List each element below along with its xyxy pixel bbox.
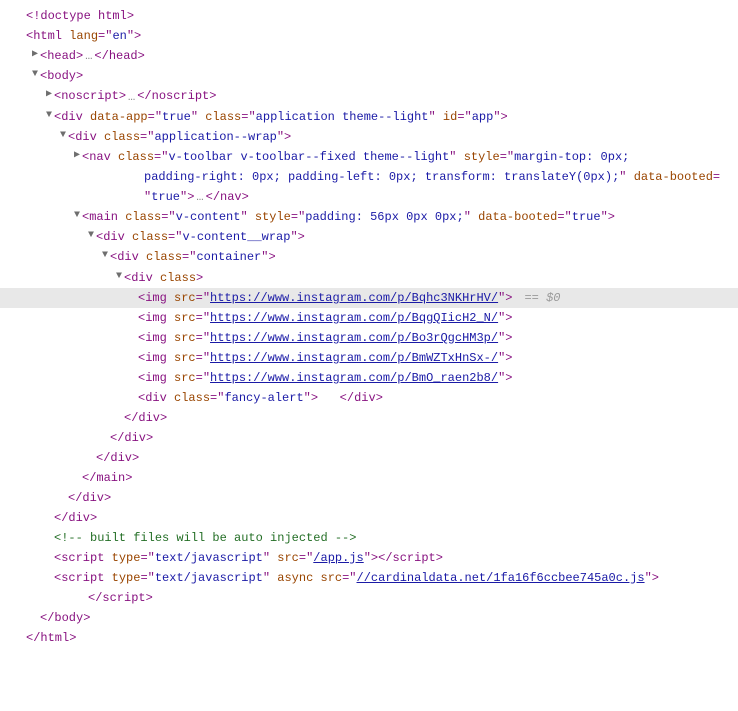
- content-wrap-line[interactable]: ▼<div class="v-content__wrap">: [0, 227, 738, 247]
- expand-icon[interactable]: ▶: [30, 45, 40, 65]
- close-div[interactable]: </div>: [0, 508, 738, 528]
- collapse-icon[interactable]: ▼: [114, 267, 124, 287]
- img-src-link[interactable]: https://www.instagram.com/p/BmO_raen2b8/: [210, 371, 498, 385]
- img-src-link[interactable]: https://www.instagram.com/p/Bqhc3NKHrHV/: [210, 291, 498, 305]
- close-div[interactable]: </div>: [0, 428, 738, 448]
- doctype-line[interactable]: <!doctype html>: [0, 6, 738, 26]
- script-src-link[interactable]: //cardinaldata.net/1fa16f6ccbee745a0c.js: [357, 571, 645, 585]
- app-div-line[interactable]: ▼<div data-app="true" class="application…: [0, 107, 738, 127]
- app-wrap-line[interactable]: ▼<div class="application--wrap">: [0, 127, 738, 147]
- dom-tree: <!doctype html> <html lang="en"> ▶<head>…: [0, 6, 738, 648]
- collapse-icon[interactable]: ▼: [86, 226, 96, 246]
- html-open[interactable]: <html lang="en">: [0, 26, 738, 46]
- body-open[interactable]: ▼<body>: [0, 66, 738, 86]
- expand-icon[interactable]: ▶: [44, 85, 54, 105]
- img-src-link[interactable]: https://www.instagram.com/p/BmWZTxHnSx-/: [210, 351, 498, 365]
- comment-line[interactable]: <!-- built files will be auto injected -…: [0, 528, 738, 548]
- comment-text: <!-- built files will be auto injected -…: [54, 531, 356, 545]
- script-cardinal-line[interactable]: <script type="text/javascript" async src…: [0, 568, 738, 608]
- script-app-line[interactable]: <script type="text/javascript" src="/app…: [0, 548, 738, 568]
- selection-marker: == $0: [512, 291, 560, 305]
- img-src-link[interactable]: https://www.instagram.com/p/BqgQIicH2_N/: [210, 311, 498, 325]
- main-line[interactable]: ▼<main class="v-content" style="padding:…: [0, 207, 738, 227]
- collapse-icon[interactable]: ▼: [30, 65, 40, 85]
- doctype-text: <!doctype html>: [26, 9, 134, 23]
- collapse-icon[interactable]: ▼: [58, 126, 68, 146]
- container-line[interactable]: ▼<div class="container">: [0, 247, 738, 267]
- script-src-link[interactable]: /app.js: [313, 551, 363, 565]
- close-main[interactable]: </main>: [0, 468, 738, 488]
- close-div[interactable]: </div>: [0, 448, 738, 468]
- img-line[interactable]: <img src="https://www.instagram.com/p/Bm…: [0, 368, 738, 388]
- noscript-line[interactable]: ▶<noscript>…</noscript>: [0, 86, 738, 106]
- close-html[interactable]: </html>: [0, 628, 738, 648]
- img-line-selected[interactable]: <img src="https://www.instagram.com/p/Bq…: [0, 288, 738, 308]
- close-div[interactable]: </div>: [0, 488, 738, 508]
- collapse-icon[interactable]: ▼: [44, 106, 54, 126]
- expand-icon[interactable]: ▶: [72, 146, 82, 166]
- img-line[interactable]: <img src="https://www.instagram.com/p/Bq…: [0, 308, 738, 328]
- empty-class-div-line[interactable]: ▼<div class>: [0, 268, 738, 288]
- collapse-icon[interactable]: ▼: [100, 246, 110, 266]
- fancy-alert-line[interactable]: <div class="fancy-alert"> </div>: [0, 388, 738, 408]
- img-line[interactable]: <img src="https://www.instagram.com/p/Bo…: [0, 328, 738, 348]
- collapse-icon[interactable]: ▼: [72, 206, 82, 226]
- nav-line[interactable]: ▶<nav class="v-toolbar v-toolbar--fixed …: [0, 147, 738, 207]
- img-line[interactable]: <img src="https://www.instagram.com/p/Bm…: [0, 348, 738, 368]
- img-src-link[interactable]: https://www.instagram.com/p/Bo3rQgcHM3p/: [210, 331, 498, 345]
- close-div[interactable]: </div>: [0, 408, 738, 428]
- head-line[interactable]: ▶<head>…</head>: [0, 46, 738, 66]
- close-body[interactable]: </body>: [0, 608, 738, 628]
